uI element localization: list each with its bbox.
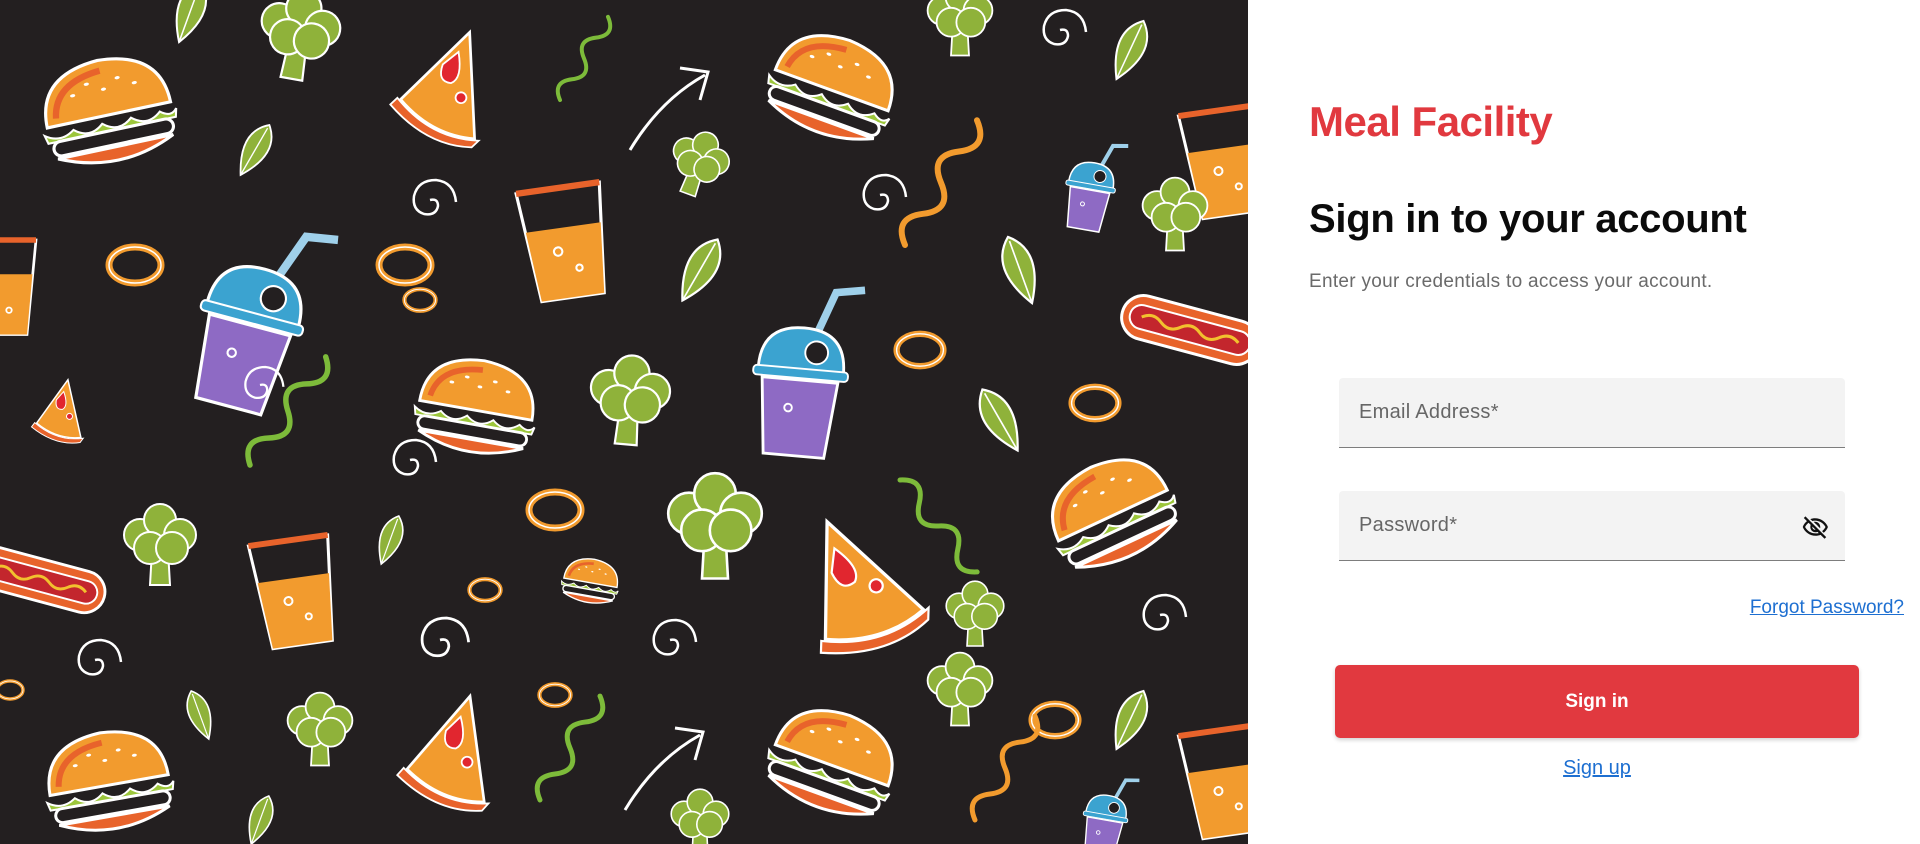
burger-doodle	[767, 34, 894, 141]
onion-ring-doodle	[525, 488, 585, 532]
swirl-doodle	[862, 173, 908, 211]
email-field[interactable]	[1339, 378, 1845, 448]
onion-ring-doodle	[402, 287, 438, 313]
broccoli-doodle	[260, 0, 342, 82]
smoothie-cup-doodle	[194, 232, 339, 417]
hot-dog-doodle	[0, 545, 107, 615]
broccoli-doodle	[926, 651, 994, 727]
squiggle-doodle	[898, 117, 984, 249]
swirl-doodle	[652, 618, 698, 656]
broccoli-doodle	[672, 131, 731, 198]
onion-ring-doodle	[1068, 383, 1122, 423]
burger-doodle	[767, 709, 894, 816]
broccoli-doodle	[666, 471, 764, 580]
leaf-doodle	[175, 0, 208, 44]
drink-cup-doodle	[1176, 721, 1248, 841]
squiggle-doodle	[555, 14, 613, 103]
onion-ring-doodle	[105, 243, 165, 287]
leaf-doodle	[1114, 689, 1149, 751]
password-field[interactable]	[1339, 491, 1845, 561]
login-panel: Meal Facility Sign in to your account En…	[1248, 0, 1920, 844]
onion-ring-doodle	[537, 682, 573, 708]
food-doodle-illustration	[0, 0, 1248, 844]
forgot-password-link[interactable]: Forgot Password?	[1750, 597, 1904, 619]
burger-doodle	[1051, 458, 1178, 569]
leaf-doodle	[681, 238, 722, 303]
sign-up-link[interactable]: Sign up	[1563, 757, 1631, 779]
swirl-doodle	[420, 616, 470, 658]
pizza-slice-doodle	[389, 29, 481, 149]
smoothie-cup-doodle	[752, 286, 866, 460]
onion-ring-doodle	[0, 679, 25, 701]
swirl-doodle	[1042, 8, 1088, 46]
swirl-doodle	[1142, 593, 1188, 631]
broccoli-doodle	[670, 788, 730, 844]
burger-doodle	[45, 730, 175, 832]
broccoli-doodle	[286, 691, 354, 767]
page-subtitle: Enter your credentials to access your ac…	[1309, 271, 1713, 292]
sign-up-container: Sign up	[1335, 757, 1859, 780]
food-pattern-panel	[0, 0, 1248, 844]
eye-off-icon[interactable]	[1799, 511, 1831, 543]
leaf-doodle	[1001, 235, 1036, 306]
leaf-doodle	[1114, 19, 1149, 81]
password-input[interactable]	[1339, 491, 1845, 560]
broccoli-doodle	[123, 503, 197, 586]
drink-cup-doodle	[246, 531, 334, 651]
pizza-slice-doodle	[396, 693, 491, 812]
leaf-doodle	[186, 689, 212, 741]
burger-doodle	[42, 57, 178, 165]
smoothie-cup-doodle	[1065, 143, 1129, 234]
leaf-doodle	[239, 124, 273, 177]
swirl-doodle	[77, 638, 123, 676]
leaf-doodle	[978, 388, 1019, 453]
sign-in-button[interactable]: Sign in	[1335, 665, 1859, 738]
leaf-doodle	[378, 514, 404, 566]
drink-cup-doodle	[0, 237, 38, 336]
broccoli-doodle	[589, 354, 672, 447]
email-input[interactable]	[1339, 378, 1845, 447]
onion-ring-doodle	[893, 330, 947, 370]
squiggle-doodle	[897, 477, 980, 575]
broccoli-doodle	[945, 580, 1005, 647]
page-title: Sign in to your account	[1309, 197, 1747, 241]
pizza-slice-doodle	[30, 377, 85, 444]
drink-cup-doodle	[514, 179, 606, 304]
brand-logo-text: Meal Facility	[1309, 98, 1553, 145]
burger-doodle	[560, 558, 619, 604]
onion-ring-doodle	[375, 243, 435, 287]
squiggle-doodle	[534, 693, 606, 803]
leaf-doodle	[248, 794, 274, 844]
swirl-doodle	[392, 438, 438, 476]
hot-dog-doodle	[1120, 294, 1248, 366]
smoothie-cup-doodle	[1082, 778, 1140, 844]
swirl-doodle	[412, 178, 458, 216]
pizza-slice-doodle	[819, 518, 930, 655]
broccoli-doodle	[926, 0, 994, 57]
onion-ring-doodle	[467, 577, 503, 603]
